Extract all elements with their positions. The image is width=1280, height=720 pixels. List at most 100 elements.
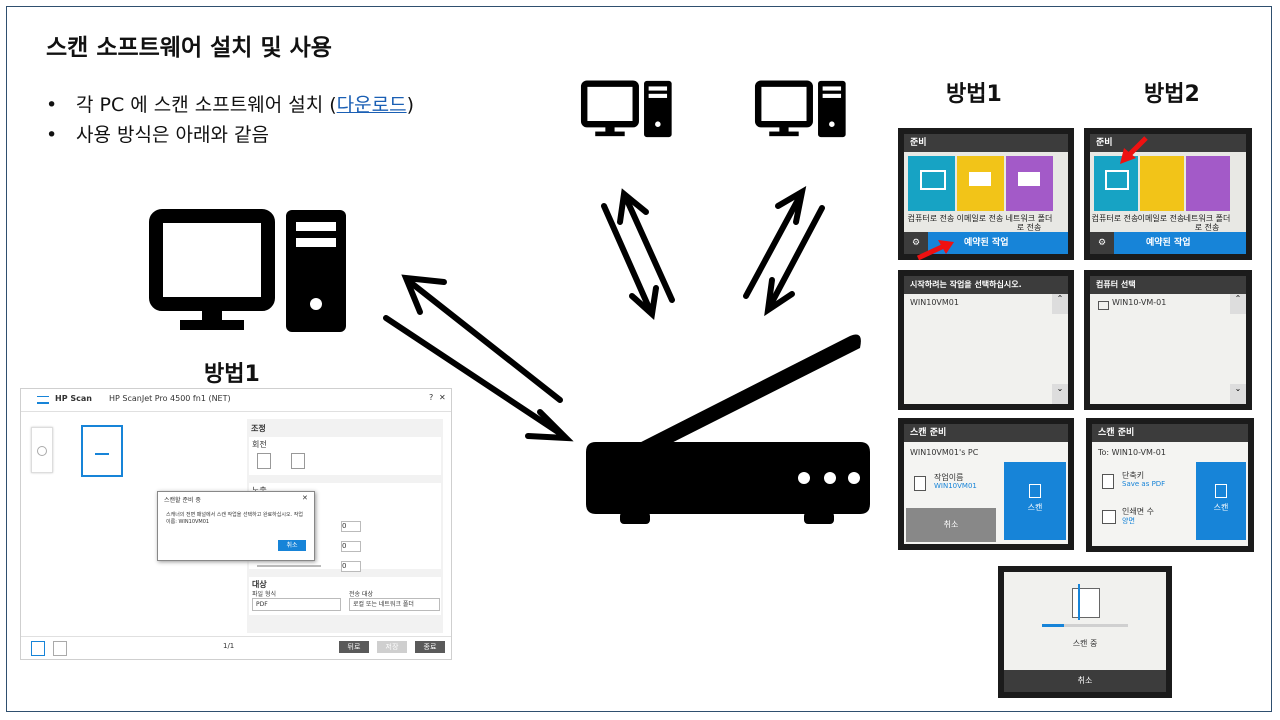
scheduled-job-button[interactable]: ⚙ 예약된 작업 (1090, 232, 1246, 254)
pc-select-title: 컴퓨터 선택 (1090, 276, 1246, 294)
scan-button-label: 스캔 (1027, 503, 1043, 512)
save-button[interactable]: 저장 (377, 641, 407, 653)
scheduled-job-label: 예약된 작업 (1146, 238, 1191, 248)
thumbnail-hp-page[interactable] (31, 427, 53, 473)
scan-doc-icon (1029, 484, 1041, 498)
scanning-cancel-button[interactable]: 취소 (1004, 670, 1166, 692)
scan-ready-title: 스캔 준비 (904, 424, 1068, 442)
method1-label: 방법1 (946, 82, 1002, 107)
printer-screen: 컴퓨터 선택 WIN10-VM-01 ⌃ ⌄ (1090, 276, 1246, 404)
monitor-icon (1098, 301, 1109, 310)
send-to-email-tile[interactable] (957, 156, 1004, 211)
printer-screen: 스캔 준비 WIN10VM01's PC 작업이름 WIN10VM01 취소 스… (904, 424, 1068, 544)
new-scan-icon[interactable] (31, 641, 45, 656)
scan-preset-icon (95, 447, 109, 455)
hp-scan-device-name: HP ScanJet Pro 4500 fn1 (NET) (109, 394, 231, 403)
thumbnail-scan-preset[interactable] (81, 425, 123, 477)
tile-caption-email: 이메일로 전송 (956, 214, 1004, 223)
send-to-network-folder-tile[interactable] (1006, 156, 1053, 211)
monitor-icon (920, 170, 946, 190)
document-icon (1102, 474, 1114, 489)
shortcut-value: Save as PDF (1122, 480, 1166, 488)
dialog-cancel-button[interactable]: 취소 (278, 540, 306, 551)
printer-home-method1: 준비 컴퓨터로 전송 이메일로 전송 네트워크 폴더로 전송 ⚙ 예약된 작업 (898, 128, 1074, 260)
scan-target-label: To: WIN10-VM-01 (1098, 448, 1166, 457)
scroll-down-icon[interactable]: ⌄ (1230, 384, 1246, 404)
close-button[interactable]: ✕ (439, 393, 446, 402)
hp-scan-window: HP Scan HP ScanJet Pro 4500 fn1 (NET) ? … (20, 388, 452, 660)
left-method1-label: 방법1 (204, 362, 260, 387)
adjust-panel-title: 조정 (251, 424, 266, 433)
printer-scan-ready-method2: 스캔 준비 To: WIN10-VM-01 단축키 Save as PDF 인쇄… (1086, 418, 1254, 552)
scroll-down-icon[interactable]: ⌄ (1052, 384, 1068, 404)
cancel-button[interactable]: 취소 (906, 508, 996, 542)
dialog-message: 스캐너의 전면 패널에서 스캔 작업을 선택하고 완료하십시오. 작업 이름: … (166, 512, 303, 525)
rotate-section: 회전 (249, 437, 441, 475)
send-to-computer-tile[interactable] (908, 156, 955, 211)
scan-button-label: 스캔 (1213, 503, 1229, 512)
scan-ready-title: 스캔 준비 (1092, 424, 1248, 442)
scanning-line-icon (1078, 584, 1080, 620)
exposure-slider[interactable] (257, 565, 321, 567)
pc-list-item[interactable]: WIN10-VM-01 (1112, 298, 1166, 307)
hp-logo-icon (37, 396, 49, 404)
page-count: 1/1 (223, 642, 235, 650)
hp-scan-titlebar: HP Scan HP ScanJet Pro 4500 fn1 (NET) ? … (21, 389, 451, 412)
copies-value: 양면 (1122, 517, 1135, 525)
job-select-title: 시작하려는 작업을 선택하십시오. (904, 276, 1068, 294)
destination-section: 대상 파일 형식 PDF 전송 대상 로컬 또는 네트워크 폴더 (249, 577, 441, 615)
job-name-value: WIN10VM01 (934, 482, 977, 490)
scan-button[interactable]: 스캔 (1004, 462, 1066, 540)
scan-ready-dialog: 스캔할 준비 중 ✕ 스캐너의 전면 패널에서 스캔 작업을 선택하고 완료하십… (157, 491, 315, 561)
duplex-icon (1102, 510, 1116, 524)
scan-progress-bar (1042, 624, 1128, 627)
rotate-left-icon[interactable] (257, 453, 271, 469)
printer-screen: 스캔 준비 To: WIN10-VM-01 단축키 Save as PDF 인쇄… (1092, 424, 1248, 546)
tile-caption-computer: 컴퓨터로 전송 (907, 214, 955, 223)
printer-home-method2: 준비 컴퓨터로 전송 이메일로 전송 네트워크 폴더로 전송 ⚙ 예약된 작업 (1084, 128, 1252, 260)
red-arrow-icon (1120, 136, 1148, 164)
method2-label: 방법2 (1144, 82, 1200, 107)
tile-caption-email: 이메일로 전송 (1137, 214, 1185, 223)
tile-caption-network: 네트워크 폴더로 전송 (1183, 214, 1231, 232)
scheduled-job-label: 예약된 작업 (964, 238, 1009, 248)
gear-icon[interactable]: ⚙ (1090, 232, 1114, 254)
scroll-up-icon[interactable]: ⌃ (1230, 294, 1246, 314)
document-icon (914, 476, 926, 491)
send-to-network-folder-tile[interactable] (1186, 156, 1230, 211)
file-type-label: 파일 형식 (252, 591, 276, 598)
printer-home-title: 준비 (1090, 134, 1246, 152)
printer-job-select: 시작하려는 작업을 선택하십시오. WIN10VM01 ⌃ ⌄ (898, 270, 1074, 410)
scanning-doc-icon (1072, 588, 1100, 618)
rotate-right-icon[interactable] (291, 453, 305, 469)
job-list-item[interactable]: WIN10VM01 (910, 298, 959, 307)
tile-caption-network: 네트워크 폴더로 전송 (1005, 214, 1053, 232)
scan-progress-fill (1042, 624, 1065, 627)
brightness-spinbox[interactable]: 0 (341, 521, 361, 532)
arrow-to-scanner (601, 203, 653, 313)
printer-screen: 준비 컴퓨터로 전송 이메일로 전송 네트워크 폴더로 전송 ⚙ 예약된 작업 (904, 134, 1068, 254)
printer-pc-select: 컴퓨터 선택 WIN10-VM-01 ⌃ ⌄ (1084, 270, 1252, 410)
file-type-select[interactable]: PDF (252, 598, 341, 611)
printer-home-title: 준비 (904, 134, 1068, 152)
printer-screen: 시작하려는 작업을 선택하십시오. WIN10VM01 ⌃ ⌄ (904, 276, 1068, 404)
hp-scan-app-name: HP Scan (55, 394, 92, 403)
dialog-close-icon[interactable]: ✕ (302, 494, 308, 502)
scroll-up-icon[interactable]: ⌃ (1052, 294, 1068, 314)
contrast-spinbox[interactable]: 0 (341, 541, 361, 552)
dialog-title: 스캔할 준비 중 (164, 497, 201, 504)
exposure-spinbox[interactable]: 0 (341, 561, 361, 572)
scan-button[interactable]: 스캔 (1196, 462, 1246, 540)
help-button[interactable]: ? (429, 393, 433, 402)
tile-caption-computer: 컴퓨터로 전송 (1091, 214, 1139, 223)
printer-scanning: 스캔 중 취소 (998, 566, 1172, 698)
printer-screen: 준비 컴퓨터로 전송 이메일로 전송 네트워크 폴더로 전송 ⚙ 예약된 작업 (1090, 134, 1246, 254)
red-arrow-icon (916, 240, 954, 260)
delete-scan-icon[interactable] (53, 641, 67, 656)
send-to-select[interactable]: 로컬 또는 네트워크 폴더 (349, 598, 440, 611)
send-to-label: 전송 대상 (349, 591, 373, 598)
done-button[interactable]: 종료 (415, 641, 445, 653)
scan-doc-icon (1215, 484, 1227, 498)
back-button[interactable]: 뒤로 (339, 641, 369, 653)
rotate-label: 회전 (252, 440, 267, 449)
